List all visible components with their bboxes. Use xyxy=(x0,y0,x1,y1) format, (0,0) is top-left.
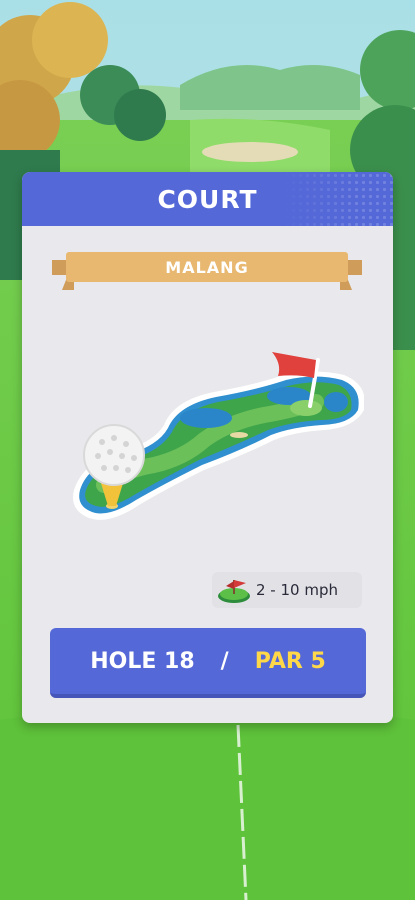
card-title: COURT xyxy=(157,184,258,214)
course-name: MALANG xyxy=(165,257,249,277)
course-name-ribbon: MALANG xyxy=(52,252,362,292)
hole-par-separator: / xyxy=(220,648,229,674)
hole-map-illustration xyxy=(73,352,364,520)
wind-flag-icon xyxy=(218,580,250,603)
card-header: COURT xyxy=(22,172,393,226)
header-dot-pattern xyxy=(283,172,393,226)
hole-info-bar: HOLE 18 / PAR 5 xyxy=(50,628,366,698)
wind-indicator: 2 - 10 mph xyxy=(212,572,362,608)
hole-number: HOLE 18 xyxy=(90,648,195,674)
course-card: COURT MALANG 2 - 10 mph HOLE 18 / PAR 5 xyxy=(22,172,393,723)
par-value: PAR 5 xyxy=(254,648,326,674)
wind-speed: 2 - 10 mph xyxy=(256,581,338,599)
